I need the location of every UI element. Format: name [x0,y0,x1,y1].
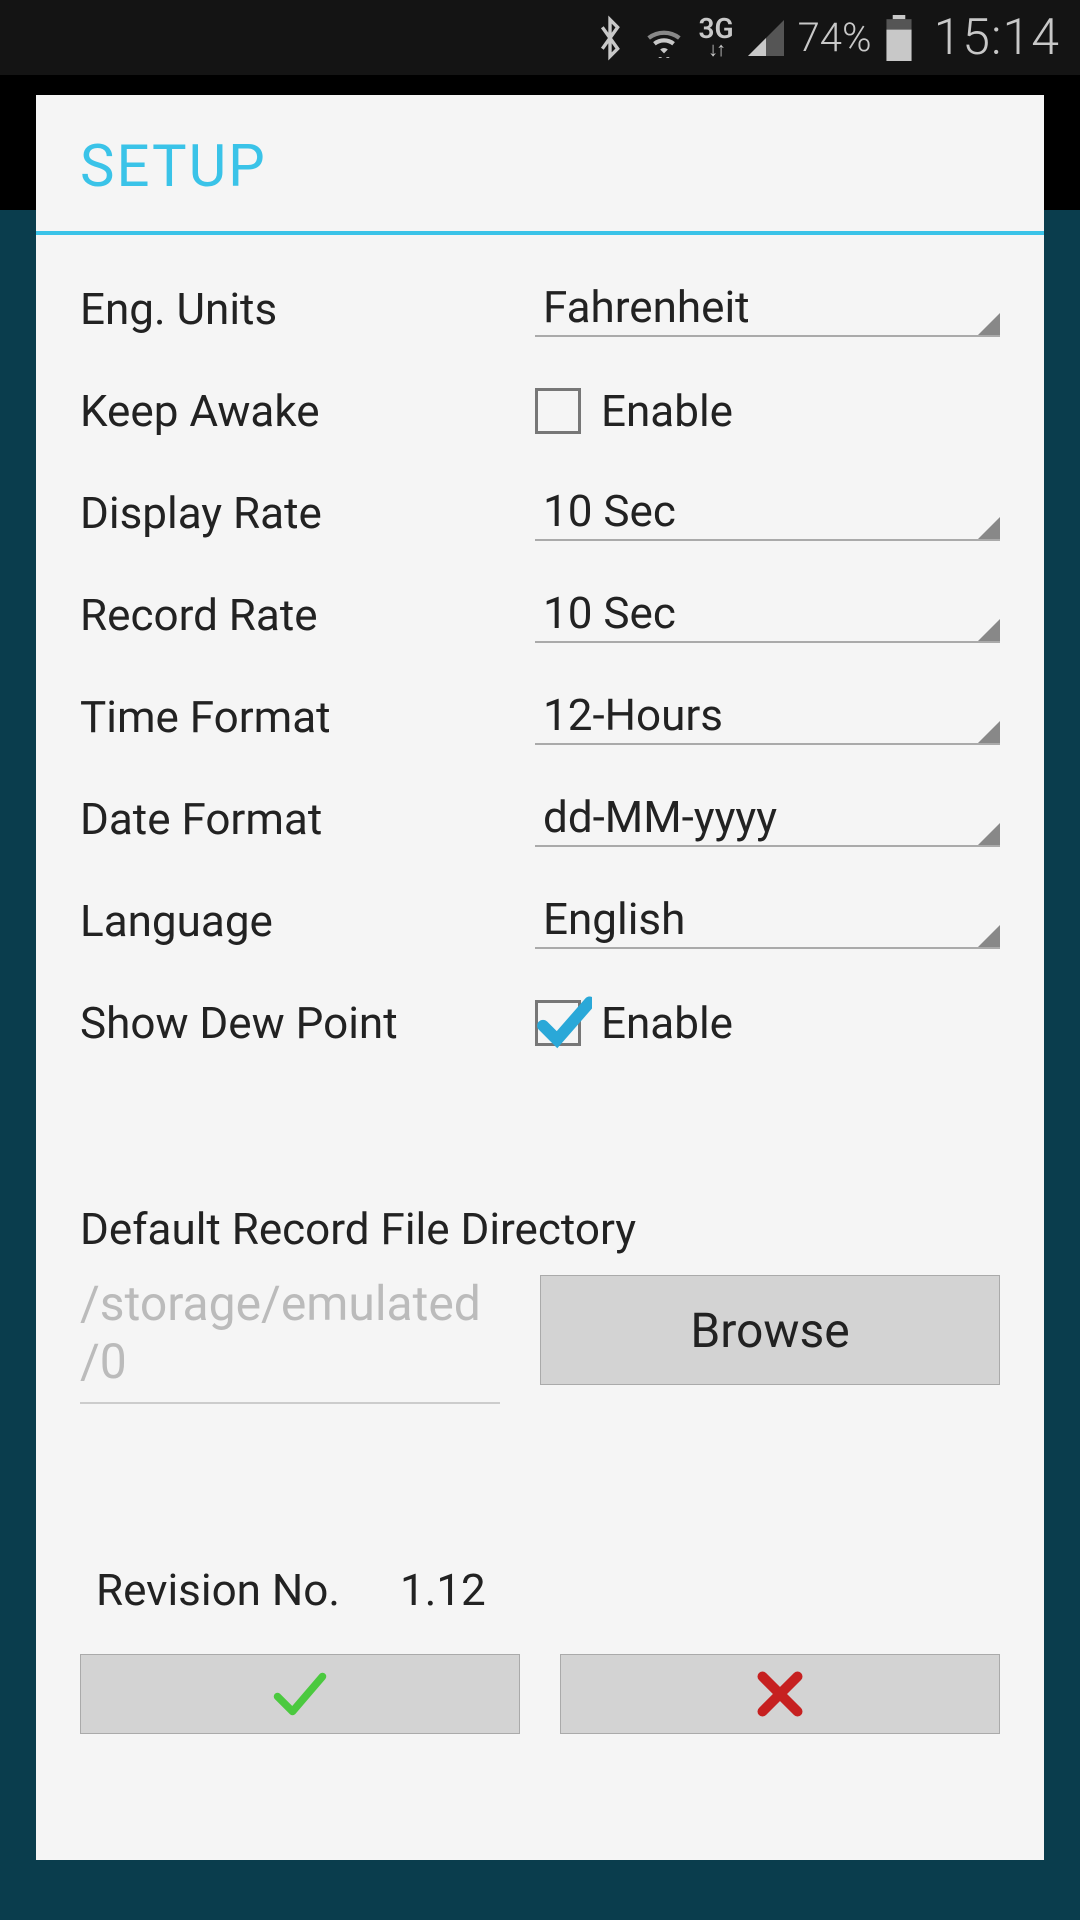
battery-percent: 74% [798,14,872,61]
show-dew-point-checkbox-label: Enable [601,997,733,1049]
setting-row-eng-units: Eng. Units Fahrenheit [80,279,1000,339]
setting-row-language: Language English [80,891,1000,951]
status-bar: 3G ↓↑ 74% 15:14 [0,0,1080,75]
keep-awake-checkbox-label: Enable [601,385,733,437]
directory-section-label: Default Record File Directory [80,1203,1000,1255]
dialog-title: SETUP [36,133,1044,235]
dropdown-icon [978,721,1000,743]
eng-units-spinner[interactable]: Fahrenheit [535,281,1000,337]
date-format-spinner[interactable]: dd-MM-yyyy [535,791,1000,847]
bluetooth-icon [591,15,629,61]
record-rate-spinner[interactable]: 10 Sec [535,587,1000,643]
setting-row-show-dew-point: Show Dew Point Enable [80,993,1000,1053]
revision-value: 1.12 [400,1564,486,1616]
directory-row: /storage/emulated/0 Browse [80,1275,1000,1404]
dropdown-icon [978,823,1000,845]
language-spinner[interactable]: English [535,893,1000,949]
time-format-label: Time Format [80,691,535,743]
directory-path: /storage/emulated/0 [80,1275,500,1404]
cancel-button[interactable] [560,1654,1000,1734]
signal-icon [746,18,786,58]
eng-units-label: Eng. Units [80,283,535,335]
setting-row-keep-awake: Keep Awake Enable [80,381,1000,441]
keep-awake-checkbox[interactable] [535,388,581,434]
show-dew-point-label: Show Dew Point [80,997,535,1049]
setting-row-date-format: Date Format dd-MM-yyyy [80,789,1000,849]
close-icon [750,1669,810,1719]
browse-button[interactable]: Browse [540,1275,1000,1385]
setting-row-record-rate: Record Rate 10 Sec [80,585,1000,645]
display-rate-spinner[interactable]: 10 Sec [535,485,1000,541]
revision-label: Revision No. [96,1564,340,1616]
network-3g-icon: 3G ↓↑ [699,18,734,56]
display-rate-label: Display Rate [80,487,535,539]
ok-button[interactable] [80,1654,520,1734]
show-dew-point-checkbox[interactable] [535,1000,581,1046]
language-label: Language [80,895,535,947]
record-rate-label: Record Rate [80,589,535,641]
time-format-spinner[interactable]: 12-Hours [535,689,1000,745]
wifi-icon [641,18,687,58]
check-icon [270,1669,330,1719]
revision-row: Revision No. 1.12 [80,1564,1000,1616]
setting-row-time-format: Time Format 12-Hours [80,687,1000,747]
action-row [80,1654,1000,1734]
dropdown-icon [978,619,1000,641]
setup-dialog: SETUP Eng. Units Fahrenheit Keep Awake E… [36,95,1044,1860]
dropdown-icon [978,313,1000,335]
keep-awake-label: Keep Awake [80,385,535,437]
battery-icon [884,15,914,61]
dropdown-icon [978,925,1000,947]
dropdown-icon [978,517,1000,539]
settings-area: Eng. Units Fahrenheit Keep Awake Enable … [36,235,1044,1860]
clock-time: 15:14 [934,9,1060,67]
setting-row-display-rate: Display Rate 10 Sec [80,483,1000,543]
date-format-label: Date Format [80,793,535,845]
